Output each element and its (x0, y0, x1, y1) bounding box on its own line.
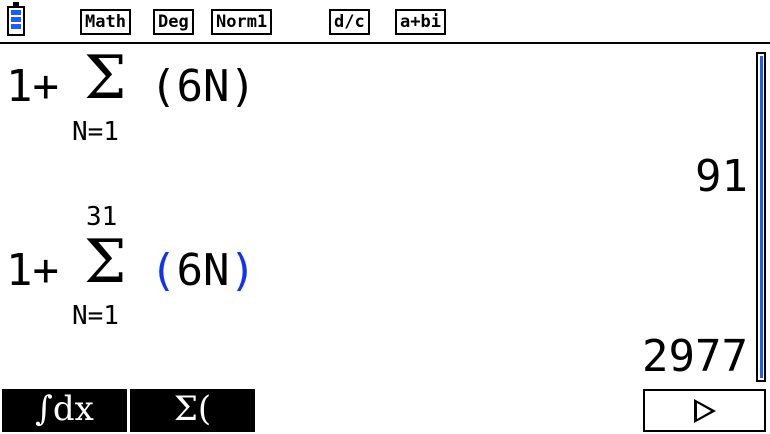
expression-lead: 1+ (6, 245, 59, 296)
scrollbar-thumb[interactable] (756, 52, 766, 382)
status-bar: Math Deg Norm1 d/c a+bi (0, 0, 770, 44)
sigma-symbol: Σ (84, 43, 127, 113)
sum-body: (6N) (150, 61, 256, 112)
mode-badge-fraction: d/c (329, 9, 370, 35)
f6-more-key[interactable] (643, 389, 766, 432)
result-value: 2977 (642, 331, 748, 382)
battery-icon (7, 2, 25, 36)
f2-sum-key[interactable]: Σ( (130, 389, 255, 432)
f1-integral-key[interactable]: ∫dx (2, 389, 127, 432)
sigma-symbol: Σ (84, 227, 127, 297)
sum-body: (6N) (150, 245, 256, 296)
sum-lower-limit: N=1 (72, 117, 119, 147)
expression-lead: 1+ (6, 61, 59, 112)
mode-badge-math: Math (80, 9, 131, 35)
mode-badge-norm: Norm1 (211, 9, 273, 35)
result-value: 91 (695, 151, 748, 202)
right-triangle-icon (693, 399, 716, 423)
mode-badge-complex: a+bi (395, 9, 446, 35)
sum-lower-limit: N=1 (72, 301, 119, 331)
scrollbar[interactable] (756, 52, 766, 384)
mode-badge-deg: Deg (153, 9, 194, 35)
